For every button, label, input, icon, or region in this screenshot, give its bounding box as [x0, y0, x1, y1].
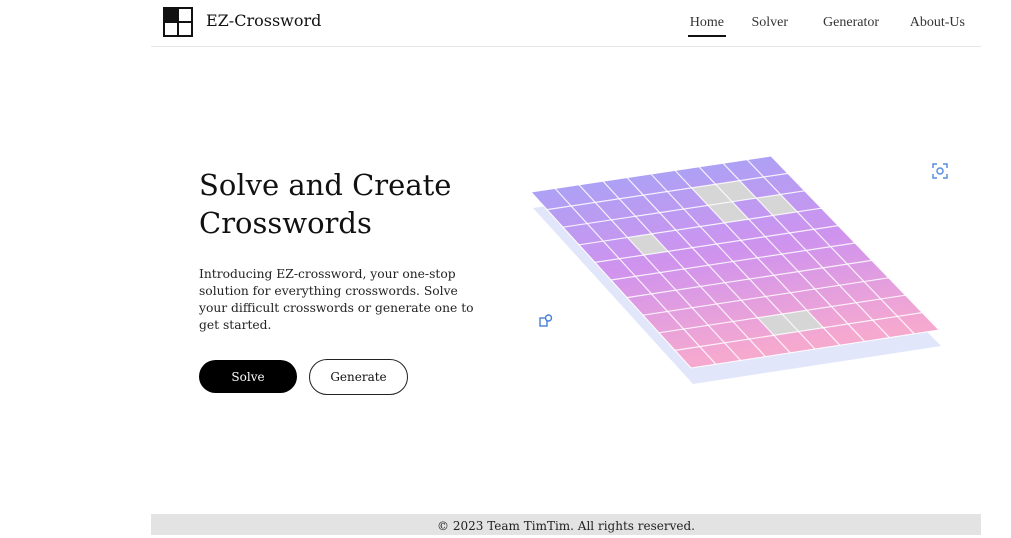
move-cursor-icon[interactable] — [538, 313, 554, 329]
nav-generator[interactable]: Generator — [823, 15, 879, 31]
nav-home[interactable]: Home — [687, 15, 727, 37]
nav-solver[interactable]: Solver — [751, 15, 788, 31]
hero-title: Solve and Create Crosswords — [199, 168, 452, 240]
solve-button[interactable]: Solve — [199, 360, 297, 393]
crossword-logo-icon[interactable] — [163, 7, 193, 37]
header: EZ-Crossword Home Solver Generator About… — [151, 0, 981, 47]
crossword-illustration — [530, 155, 941, 384]
scan-icon[interactable] — [930, 161, 950, 181]
nav-about-us[interactable]: About-Us — [910, 15, 965, 31]
footer: © 2023 Team TimTim. All rights reserved. — [151, 514, 981, 535]
brand-name[interactable]: EZ-Crossword — [206, 11, 321, 30]
page: EZ-Crossword Home Solver Generator About… — [151, 0, 981, 535]
hero-description: Introducing EZ-crossword, your one-stop … — [199, 267, 474, 332]
generate-button[interactable]: Generate — [309, 359, 408, 395]
